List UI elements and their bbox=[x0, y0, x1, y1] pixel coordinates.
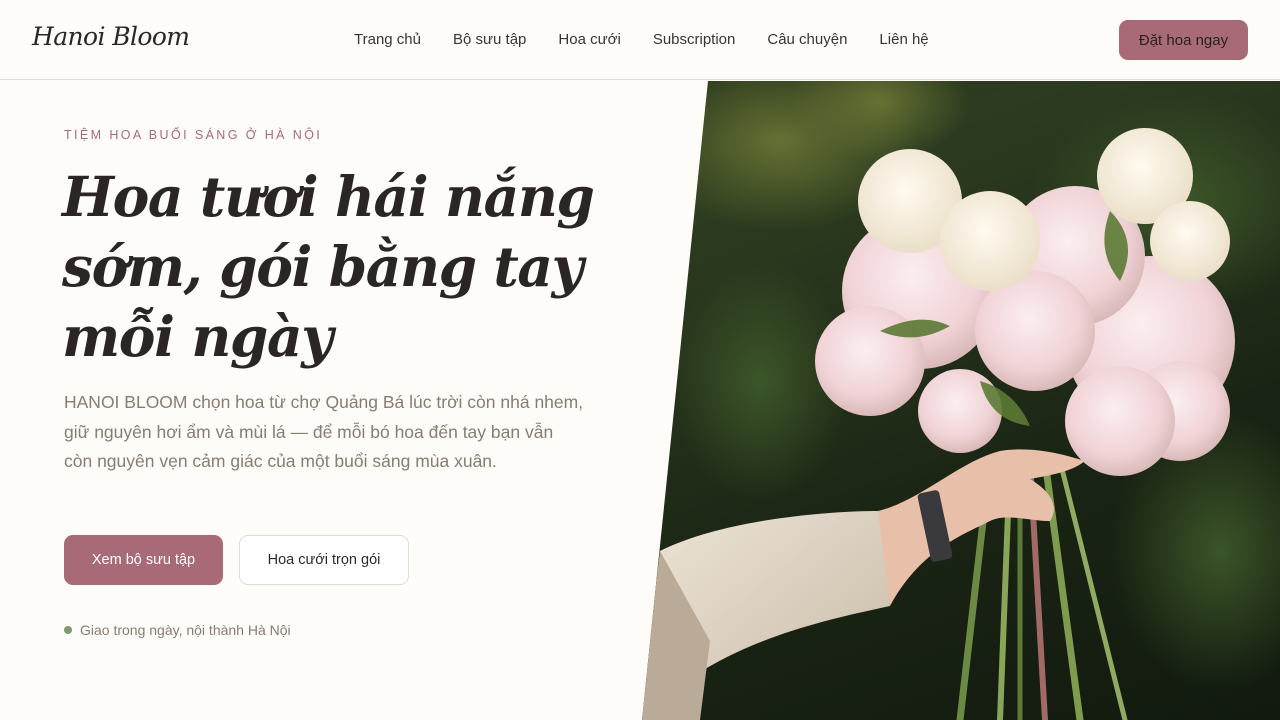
view-collection-button[interactable]: Xem bộ sưu tập bbox=[64, 535, 223, 585]
nav-item-story[interactable]: Câu chuyện bbox=[767, 31, 847, 48]
wedding-package-button[interactable]: Hoa cưới trọn gói bbox=[239, 535, 409, 585]
hero-title-line-3: mỗi ngày bbox=[62, 304, 333, 369]
nav-item-subscription[interactable]: Subscription bbox=[653, 31, 736, 48]
hero-title-line-1: Hoa tươi hái nắng bbox=[62, 164, 595, 229]
status-dot-icon bbox=[64, 626, 72, 634]
hero-title-line-2: sớm, gói bằng tay bbox=[62, 234, 584, 299]
nav-item-contact[interactable]: Liên hệ bbox=[879, 31, 928, 48]
delivery-note: Giao trong ngày, nội thành Hà Nội bbox=[64, 622, 291, 638]
nav-item-home[interactable]: Trang chủ bbox=[354, 31, 421, 48]
main-menu: Trang chủ Bộ sưu tập Hoa cưới Subscripti… bbox=[354, 31, 961, 48]
order-now-button[interactable]: Đặt hoa ngay bbox=[1119, 20, 1248, 60]
hero-title: Hoa tươi hái nắng sớm, gói bằng tay mỗi … bbox=[62, 162, 622, 372]
nav-item-wedding-flowers[interactable]: Hoa cưới bbox=[558, 31, 620, 48]
hero-eyebrow: TIỆM HOA BUỔI SÁNG Ở HÀ NỘI bbox=[64, 128, 323, 142]
nav-item-collections[interactable]: Bộ sưu tập bbox=[453, 31, 526, 48]
delivery-note-text: Giao trong ngày, nội thành Hà Nội bbox=[80, 622, 291, 638]
brand-logo[interactable]: Hanoi Bloom bbox=[32, 22, 190, 51]
top-nav: Hanoi Bloom Trang chủ Bộ sưu tập Hoa cướ… bbox=[0, 0, 1280, 80]
hero-description: HANOI BLOOM chọn hoa từ chợ Quảng Bá lúc… bbox=[64, 392, 584, 471]
